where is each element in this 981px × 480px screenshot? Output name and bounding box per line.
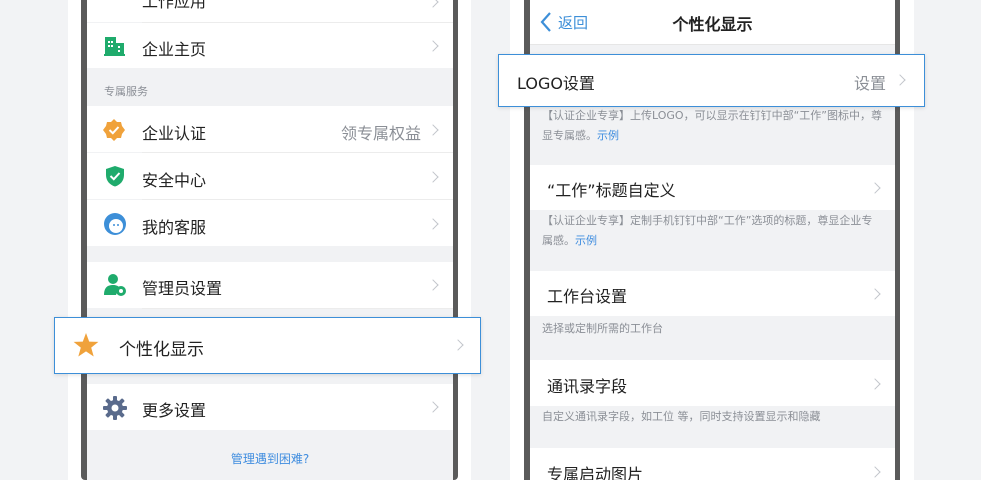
list-item-admin-settings[interactable]: 管理员设置 bbox=[87, 262, 453, 308]
list-item-work-apps[interactable]: 工作应用 bbox=[87, 0, 453, 22]
contacts-description: 自定义通讯录字段，如工位 等，同时支持设置显示和隐藏 bbox=[542, 410, 821, 423]
list-item-security-center[interactable]: 安全中心 bbox=[87, 153, 453, 199]
chevron-right-icon bbox=[427, 218, 439, 230]
enterprise-home-label: 企业主页 bbox=[142, 40, 207, 59]
chevron-right-icon bbox=[869, 466, 881, 478]
chevron-right-icon bbox=[427, 40, 439, 52]
personalized-display-label: 个性化显示 bbox=[119, 340, 204, 360]
security-center-label: 安全中心 bbox=[142, 171, 207, 190]
more-settings-label: 更多设置 bbox=[142, 401, 207, 420]
chevron-right-icon bbox=[427, 124, 439, 136]
nav-bar: 返回 个性化显示 bbox=[530, 0, 895, 45]
work-title-example-link[interactable]: 示例 bbox=[575, 234, 597, 247]
enterprise-cert-label: 企业认证 bbox=[142, 124, 207, 143]
splash-image-label: 专属启动图片 bbox=[547, 465, 644, 480]
personalized-display-item[interactable]: 个性化显示 bbox=[54, 317, 481, 374]
section-title: 专属服务 bbox=[104, 85, 148, 98]
list-item-enterprise-home[interactable]: 企业主页 bbox=[87, 23, 453, 68]
star-icon bbox=[73, 333, 99, 357]
admin-user-icon bbox=[104, 274, 126, 296]
chevron-right-icon bbox=[427, 0, 439, 8]
chevron-right-icon bbox=[869, 182, 881, 194]
chevron-right-icon bbox=[427, 279, 439, 291]
list-item-customer-service[interactable]: 我的客服 bbox=[87, 200, 453, 246]
divider bbox=[142, 308, 453, 309]
shield-icon bbox=[106, 166, 124, 187]
logo-settings-value: 设置 bbox=[853, 74, 886, 93]
work-title-label: “工作”标题自定义 bbox=[547, 181, 676, 200]
workbench-settings-row[interactable]: 工作台设置 bbox=[530, 271, 895, 316]
contacts-fields-label: 通讯录字段 bbox=[547, 377, 628, 396]
grid-icon bbox=[104, 0, 126, 12]
logo-description: 【认证企业专享】上传LOGO，可以显示在钉钉中部“工作”图标中，尊显专属感。示例 bbox=[542, 106, 883, 146]
logo-description-text: 【认证企业专享】上传LOGO，可以显示在钉钉中部“工作”图标中，尊显专属感。 bbox=[542, 109, 882, 142]
help-link[interactable]: 管理遇到困难? bbox=[87, 450, 453, 467]
list-item-more-settings[interactable]: 更多设置 bbox=[87, 384, 453, 430]
logo-example-link[interactable]: 示例 bbox=[597, 129, 619, 142]
customer-service-icon bbox=[104, 213, 126, 235]
certified-badge-icon bbox=[103, 119, 125, 141]
chevron-right-icon bbox=[869, 378, 881, 390]
work-apps-label: 工作应用 bbox=[142, 0, 207, 11]
building-icon bbox=[104, 37, 125, 56]
workbench-description: 选择或定制所需的工作台 bbox=[542, 322, 663, 335]
list-item-enterprise-cert[interactable]: 企业认证 领专属权益 bbox=[87, 106, 453, 152]
enterprise-cert-value: 领专属权益 bbox=[340, 124, 421, 143]
workbench-settings-label: 工作台设置 bbox=[547, 287, 628, 306]
chevron-right-icon bbox=[427, 401, 439, 413]
chevron-right-icon bbox=[427, 171, 439, 183]
gear-icon bbox=[103, 396, 127, 420]
splash-image-row[interactable]: 专属启动图片 bbox=[530, 448, 895, 480]
chevron-right-icon bbox=[452, 339, 464, 351]
chevron-right-icon bbox=[894, 74, 906, 86]
work-title-row[interactable]: “工作”标题自定义 bbox=[530, 165, 895, 210]
work-title-description: 【认证企业专享】定制手机钉钉中部“工作”选项的标题，尊显企业专属感。示例 bbox=[542, 211, 883, 251]
left-phone-screen: 工作应用 企业主页 专属服务 企业认证 领专属权益 安全中心 我的客服 管理员设… bbox=[87, 0, 453, 480]
logo-settings-item[interactable]: LOGO设置 设置 bbox=[498, 54, 925, 107]
page-title: 个性化显示 bbox=[672, 15, 753, 34]
customer-service-label: 我的客服 bbox=[142, 218, 207, 237]
contacts-fields-row[interactable]: 通讯录字段 bbox=[530, 360, 895, 406]
admin-settings-label: 管理员设置 bbox=[142, 279, 223, 298]
logo-settings-label: LOGO设置 bbox=[517, 74, 595, 93]
chevron-right-icon bbox=[869, 288, 881, 300]
